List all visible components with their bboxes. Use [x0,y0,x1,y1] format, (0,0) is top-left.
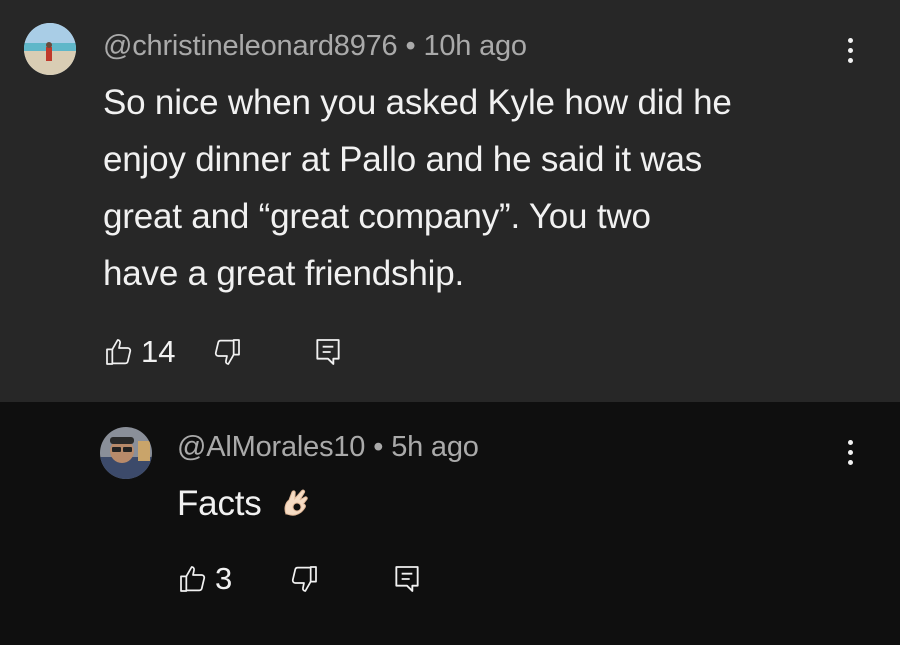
more-vert-icon[interactable] [835,30,865,70]
reply-button[interactable] [392,563,422,595]
comment-parent: @christineleonard8976 • 10h ago So nice wh… [0,0,900,402]
author-handle[interactable]: @christineleonard8976 [103,30,398,62]
comment-reply: @AlMorales10 • 5h ago Facts 3 [0,402,900,645]
comment-text-line: have a great friendship. [103,254,464,293]
avatar[interactable] [100,427,152,479]
thumb-up-icon [180,566,206,592]
comment-text: Facts [177,475,817,532]
like-count: 3 [215,561,233,596]
like-count: 14 [141,334,176,369]
comment-text-line: Facts [177,484,262,523]
reply-icon [316,339,341,365]
comment-text-line: great and “great company”. You two [103,197,651,236]
dislike-button[interactable] [211,336,243,368]
comments-thread: @christineleonard8976 • 10h ago So nice wh… [0,0,900,645]
more-vert-icon[interactable] [835,432,865,472]
thumb-down-icon [215,339,241,365]
meta-separator: • [373,431,384,463]
ok-hand-emoji [284,489,308,516]
comment-time: 5h ago [391,431,479,463]
avatar[interactable] [24,23,76,75]
comment-meta: @christineleonard8976 • 10h ago [103,30,527,63]
comment-text-line: So nice when you asked Kyle how did he [103,83,732,122]
thumb-down-icon [292,566,318,592]
like-button[interactable]: 3 [177,561,232,597]
author-handle[interactable]: @AlMorales10 [177,431,365,463]
meta-separator: • [405,30,416,62]
comment-time: 10h ago [423,30,527,62]
comment-actions: 3 [177,561,422,597]
reply-icon [395,566,419,592]
comment-text: So nice when you asked Kyle how did he e… [103,74,863,302]
comment-actions: 14 [103,334,343,370]
comment-meta: @AlMorales10 • 5h ago [177,431,479,464]
like-button[interactable]: 14 [103,334,175,370]
dislike-button[interactable] [288,563,320,595]
comment-text-line: enjoy dinner at Pallo and he said it was [103,140,703,179]
thumb-up-icon [106,339,132,365]
reply-button[interactable] [313,336,343,368]
